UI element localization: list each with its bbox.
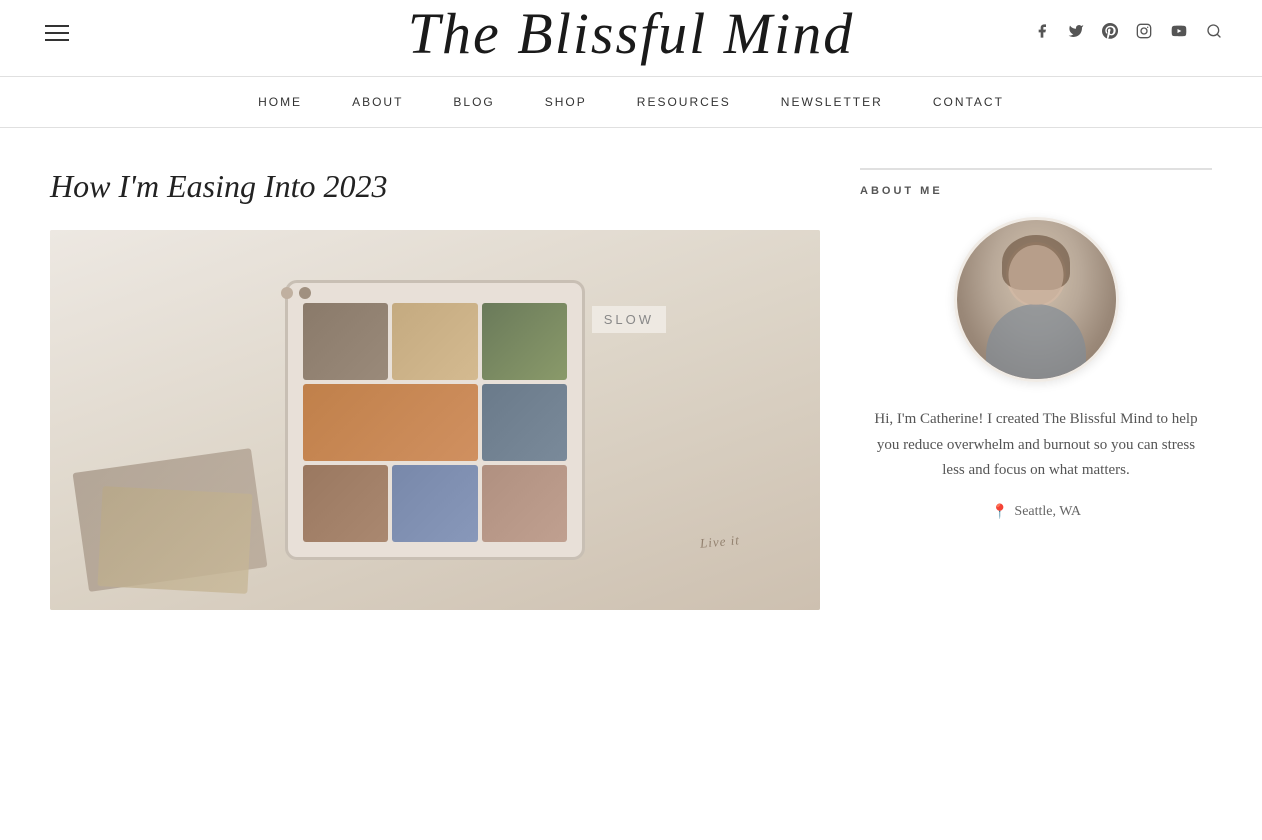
site-header: The Blissful Mind <box>0 0 1262 66</box>
nav-item-home[interactable]: HOME <box>258 95 302 109</box>
article-image: SLOW Live it <box>50 230 820 610</box>
youtube-icon[interactable] <box>1170 23 1188 44</box>
hamburger-menu-button[interactable] <box>40 20 74 46</box>
instagram-icon[interactable] <box>1136 23 1152 44</box>
nav-item-blog[interactable]: BLOG <box>453 95 494 109</box>
mood-board: SLOW Live it <box>50 230 820 610</box>
location-text: Seattle, WA <box>1014 504 1081 520</box>
nav-item-contact[interactable]: CONTACT <box>933 95 1004 109</box>
svg-text:The Blissful Mind: The Blissful Mind <box>408 1 854 66</box>
pinterest-icon[interactable] <box>1102 23 1118 44</box>
twitter-icon[interactable] <box>1068 23 1084 44</box>
header-left <box>40 20 74 46</box>
search-icon[interactable] <box>1206 23 1222 44</box>
author-location: 📍 Seattle, WA <box>860 504 1212 521</box>
article-title: How I'm Easing Into 2023 <box>50 168 820 205</box>
avatar-container <box>860 217 1212 382</box>
nav-item-newsletter[interactable]: NEWSLETTER <box>781 95 883 109</box>
location-pin-icon: 📍 <box>991 504 1008 521</box>
header-social-icons <box>1034 23 1222 44</box>
dots-decoration <box>281 287 311 299</box>
article-section: How I'm Easing Into 2023 SLOW <box>50 168 820 610</box>
main-content: How I'm Easing Into 2023 SLOW <box>0 138 1262 640</box>
logo-container[interactable]: The Blissful Mind <box>371 0 891 93</box>
sidebar: ABOUT ME Hi, I'm Catherine! I created Th… <box>860 168 1212 610</box>
nav-item-resources[interactable]: RESOURCES <box>637 95 731 109</box>
about-me-title: ABOUT ME <box>860 185 1212 197</box>
nav-item-shop[interactable]: SHOP <box>545 95 587 109</box>
author-avatar <box>954 217 1119 382</box>
nav-item-about[interactable]: ABOUT <box>352 95 403 109</box>
tablet-device <box>285 280 585 560</box>
about-description: Hi, I'm Catherine! I created The Blissfu… <box>860 407 1212 484</box>
about-me-section: ABOUT ME Hi, I'm Catherine! I created Th… <box>860 168 1212 521</box>
facebook-icon[interactable] <box>1034 23 1050 44</box>
slow-label: SLOW <box>592 306 666 333</box>
